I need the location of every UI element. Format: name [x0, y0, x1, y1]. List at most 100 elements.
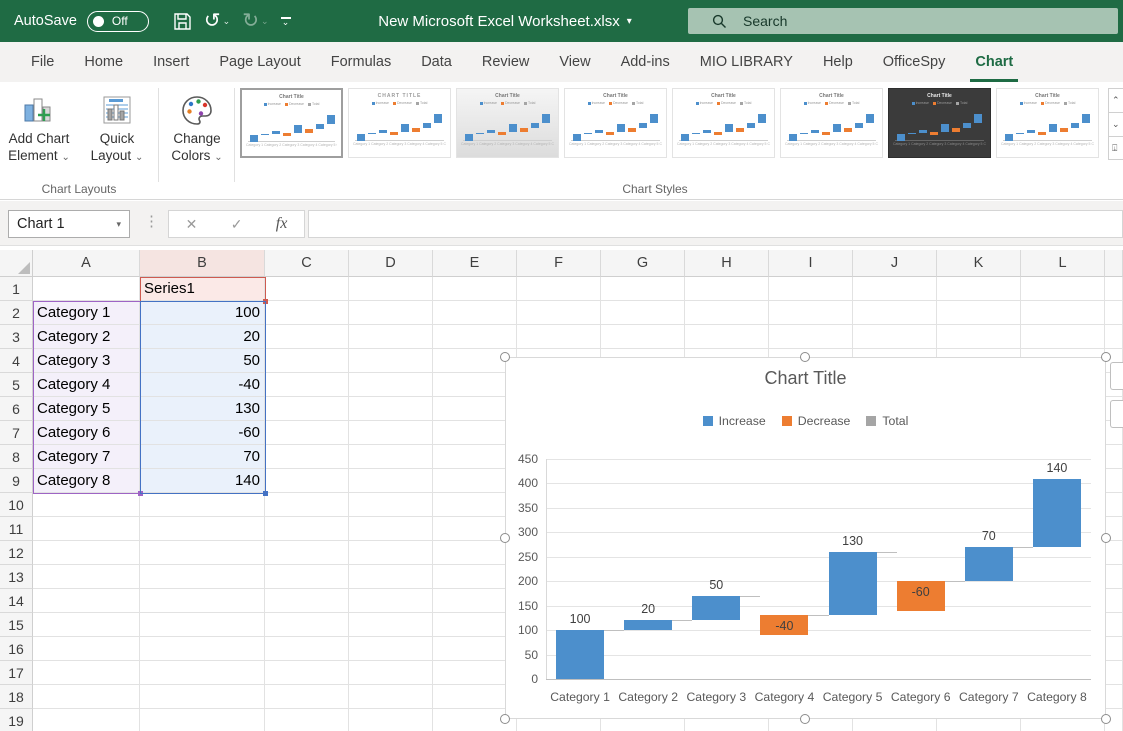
cell-C4[interactable]: [265, 349, 349, 373]
cell-I2[interactable]: [769, 301, 853, 325]
cell-partial-14[interactable]: [1105, 589, 1123, 613]
cell-C16[interactable]: [265, 637, 349, 661]
column-header-G[interactable]: G: [601, 250, 685, 277]
cell-A2[interactable]: Category 1: [33, 301, 140, 325]
customize-qat-button[interactable]: ⌄: [277, 15, 295, 27]
chart-elements-button[interactable]: [1110, 362, 1123, 390]
cell-D19[interactable]: [349, 709, 433, 731]
column-header-L[interactable]: L: [1021, 250, 1105, 277]
tab-formulas[interactable]: Formulas: [316, 42, 406, 82]
cell-partial-1[interactable]: [1105, 277, 1123, 301]
cell-B5[interactable]: -40: [140, 373, 265, 397]
cell-D16[interactable]: [349, 637, 433, 661]
chart-style-thumbnail-6[interactable]: Chart TitleIncreaseDecreaseTotalCategory…: [780, 88, 883, 158]
chart-styles-button[interactable]: [1110, 400, 1123, 428]
cell-B9[interactable]: 140: [140, 469, 265, 493]
row-header-17[interactable]: 17: [0, 661, 33, 685]
row-header-18[interactable]: 18: [0, 685, 33, 709]
cell-E1[interactable]: [433, 277, 517, 301]
search-box[interactable]: Search: [688, 8, 1118, 34]
cancel-button[interactable]: ✕: [180, 216, 204, 233]
cell-A5[interactable]: Category 4: [33, 373, 140, 397]
chart-legend[interactable]: IncreaseDecreaseTotal: [506, 414, 1105, 428]
cell-I3[interactable]: [769, 325, 853, 349]
cell-H1[interactable]: [685, 277, 769, 301]
cell-B16[interactable]: [140, 637, 265, 661]
cell-K1[interactable]: [937, 277, 1021, 301]
cell-B3[interactable]: 20: [140, 325, 265, 349]
cell-B12[interactable]: [140, 541, 265, 565]
formula-input[interactable]: [308, 210, 1123, 238]
name-box[interactable]: Chart 1 ▾: [8, 210, 130, 238]
tab-help[interactable]: Help: [808, 42, 868, 82]
cell-B17[interactable]: [140, 661, 265, 685]
cell-partial-3[interactable]: [1105, 325, 1123, 349]
cell-L3[interactable]: [1021, 325, 1105, 349]
bar-category-2[interactable]: [624, 620, 672, 630]
tab-page-layout[interactable]: Page Layout: [204, 42, 315, 82]
tab-home[interactable]: Home: [69, 42, 138, 82]
cell-H3[interactable]: [685, 325, 769, 349]
cell-C12[interactable]: [265, 541, 349, 565]
cell-C3[interactable]: [265, 325, 349, 349]
cell-D8[interactable]: [349, 445, 433, 469]
chart-style-thumbnail-8[interactable]: Chart TitleIncreaseDecreaseTotalCategory…: [996, 88, 1099, 158]
cell-A7[interactable]: Category 6: [33, 421, 140, 445]
cell-B2[interactable]: 100: [140, 301, 265, 325]
chart-style-thumbnail-3[interactable]: Chart TitleIncreaseDecreaseTotalCategory…: [456, 88, 559, 158]
cell-H2[interactable]: [685, 301, 769, 325]
chart-title[interactable]: Chart Title: [506, 368, 1105, 389]
cell-C10[interactable]: [265, 493, 349, 517]
cell-partial-13[interactable]: [1105, 565, 1123, 589]
row-header-5[interactable]: 5: [0, 373, 33, 397]
cell-D13[interactable]: [349, 565, 433, 589]
cell-A9[interactable]: Category 8: [33, 469, 140, 493]
cell-C6[interactable]: [265, 397, 349, 421]
bar-category-3[interactable]: [692, 596, 740, 620]
cell-J3[interactable]: [853, 325, 937, 349]
legend-item-total[interactable]: Total: [866, 414, 908, 428]
chart-style-thumbnail-2[interactable]: Chart TitleIncreaseDecreaseTotalCategory…: [348, 88, 451, 158]
cell-D14[interactable]: [349, 589, 433, 613]
cell-G1[interactable]: [601, 277, 685, 301]
row-header-3[interactable]: 3: [0, 325, 33, 349]
row-header-7[interactable]: 7: [0, 421, 33, 445]
column-header-K[interactable]: K: [937, 250, 1021, 277]
row-header-10[interactable]: 10: [0, 493, 33, 517]
column-header-B[interactable]: B: [140, 250, 265, 277]
cell-D11[interactable]: [349, 517, 433, 541]
chart-resize-handle-5[interactable]: [1101, 533, 1111, 543]
undo-dropdown-icon[interactable]: ⌄: [223, 16, 231, 27]
gallery-more-button[interactable]: ⍗: [1108, 136, 1123, 160]
cell-F1[interactable]: [517, 277, 601, 301]
cell-C9[interactable]: [265, 469, 349, 493]
column-header-partial[interactable]: [1105, 250, 1123, 277]
save-button[interactable]: [169, 10, 196, 33]
cell-A8[interactable]: Category 7: [33, 445, 140, 469]
cell-F3[interactable]: [517, 325, 601, 349]
column-header-E[interactable]: E: [433, 250, 517, 277]
tab-view[interactable]: View: [544, 42, 605, 82]
cell-B4[interactable]: 50: [140, 349, 265, 373]
change-colors-button[interactable]: ChangeColors ⌄: [162, 86, 232, 188]
cell-B7[interactable]: -60: [140, 421, 265, 445]
add-chart-element-button[interactable]: Add ChartElement ⌄: [2, 86, 76, 188]
cell-I1[interactable]: [769, 277, 853, 301]
cell-A4[interactable]: Category 3: [33, 349, 140, 373]
cell-B19[interactable]: [140, 709, 265, 731]
gallery-scroll-down-button[interactable]: ⌄: [1108, 112, 1123, 136]
chart-resize-handle-3[interactable]: [1101, 352, 1111, 362]
cell-A12[interactable]: [33, 541, 140, 565]
tab-add-ins[interactable]: Add-ins: [606, 42, 685, 82]
cell-partial-8[interactable]: [1105, 445, 1123, 469]
row-header-16[interactable]: 16: [0, 637, 33, 661]
cell-G3[interactable]: [601, 325, 685, 349]
column-header-H[interactable]: H: [685, 250, 769, 277]
bar-category-1[interactable]: [556, 630, 604, 679]
cell-D4[interactable]: [349, 349, 433, 373]
chart-resize-handle-7[interactable]: [800, 714, 810, 724]
undo-button[interactable]: ↺⌄: [200, 9, 234, 33]
tab-review[interactable]: Review: [467, 42, 545, 82]
row-header-6[interactable]: 6: [0, 397, 33, 421]
tab-officespy[interactable]: OfficeSpy: [868, 42, 961, 82]
